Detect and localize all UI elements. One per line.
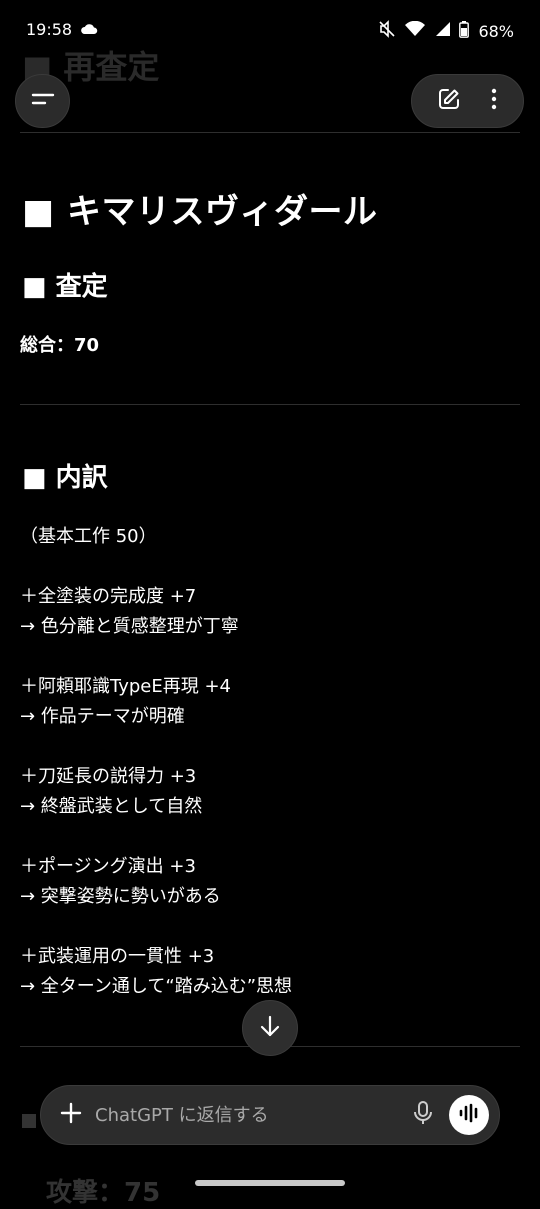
item-label: ＋全塗装の完成度 +7: [20, 586, 197, 607]
signal-icon: [434, 21, 451, 41]
add-attachment-button[interactable]: [59, 1101, 83, 1129]
divider: [20, 132, 520, 133]
next-section-heading: 攻撃：75: [46, 1178, 161, 1208]
header-actions: [411, 74, 524, 128]
list-item: ＋武装運用の一貫性 +3 → 全ターン通して“踏み込む”思想: [20, 942, 292, 1002]
list-item: ＋ポージング演出 +3 → 突撃姿勢に勢いがある: [20, 852, 221, 912]
wifi-icon: [405, 20, 426, 41]
list-item: ＋全塗装の完成度 +7 → 色分離と質感整理が丁寧: [20, 582, 239, 642]
battery-icon: [459, 20, 470, 42]
voice-mode-button[interactable]: [449, 1095, 489, 1135]
total-score: 総合：70: [20, 335, 100, 356]
item-label: ＋ポージング演出 +3: [20, 856, 196, 877]
cloud-icon: [80, 20, 98, 39]
assessment-heading: ■ 査定: [22, 272, 108, 302]
scroll-down-button[interactable]: [242, 1000, 298, 1056]
item-label: ＋武装運用の一貫性 +3: [20, 946, 215, 967]
list-item: ＋阿頼耶識TypeE再現 +4 → 作品テーマが明確: [20, 672, 231, 732]
list-item: ＋刀延長の説得力 +3 → 終盤武装として自然: [20, 762, 202, 822]
mute-icon: [378, 20, 396, 42]
edit-button[interactable]: [437, 87, 461, 115]
edit-icon: [437, 87, 461, 115]
mic-icon: [413, 1100, 433, 1130]
status-time: 19:58: [26, 20, 73, 39]
base-score: （基本工作 50）: [20, 526, 157, 547]
item-label: ＋刀延長の説得力 +3: [20, 766, 197, 787]
item-note: → 終盤武装として自然: [20, 796, 203, 817]
heading-bullet: [22, 1114, 36, 1128]
item-label: ＋阿頼耶識TypeE再現 +4: [20, 676, 231, 697]
message-input[interactable]: [83, 1104, 405, 1126]
status-bar: 19:58 68%: [0, 0, 540, 62]
plus-icon: [59, 1101, 83, 1129]
voice-waveform-icon: [458, 1103, 480, 1127]
status-left: 19:58: [26, 20, 98, 39]
arrow-down-icon: [259, 1014, 281, 1042]
battery-percent: 68%: [478, 21, 514, 41]
divider: [20, 404, 520, 405]
menu-button[interactable]: [15, 74, 70, 128]
more-button[interactable]: [490, 88, 498, 114]
message-composer: [40, 1085, 500, 1145]
breakdown-heading: ■ 内訳: [22, 463, 108, 493]
mic-button[interactable]: [405, 1097, 441, 1133]
item-note: → 色分離と質感整理が丁寧: [20, 616, 239, 637]
item-note: → 全ターン通して“踏み込む”思想: [20, 976, 293, 997]
item-note: → 作品テーマが明確: [20, 706, 185, 727]
menu-icon: [31, 91, 55, 111]
page-title: ■ キマリスヴィダール: [22, 192, 378, 232]
item-note: → 突撃姿勢に勢いがある: [20, 886, 221, 907]
more-vertical-icon: [490, 88, 498, 114]
status-right: 68%: [378, 20, 514, 42]
home-indicator[interactable]: [195, 1180, 345, 1186]
